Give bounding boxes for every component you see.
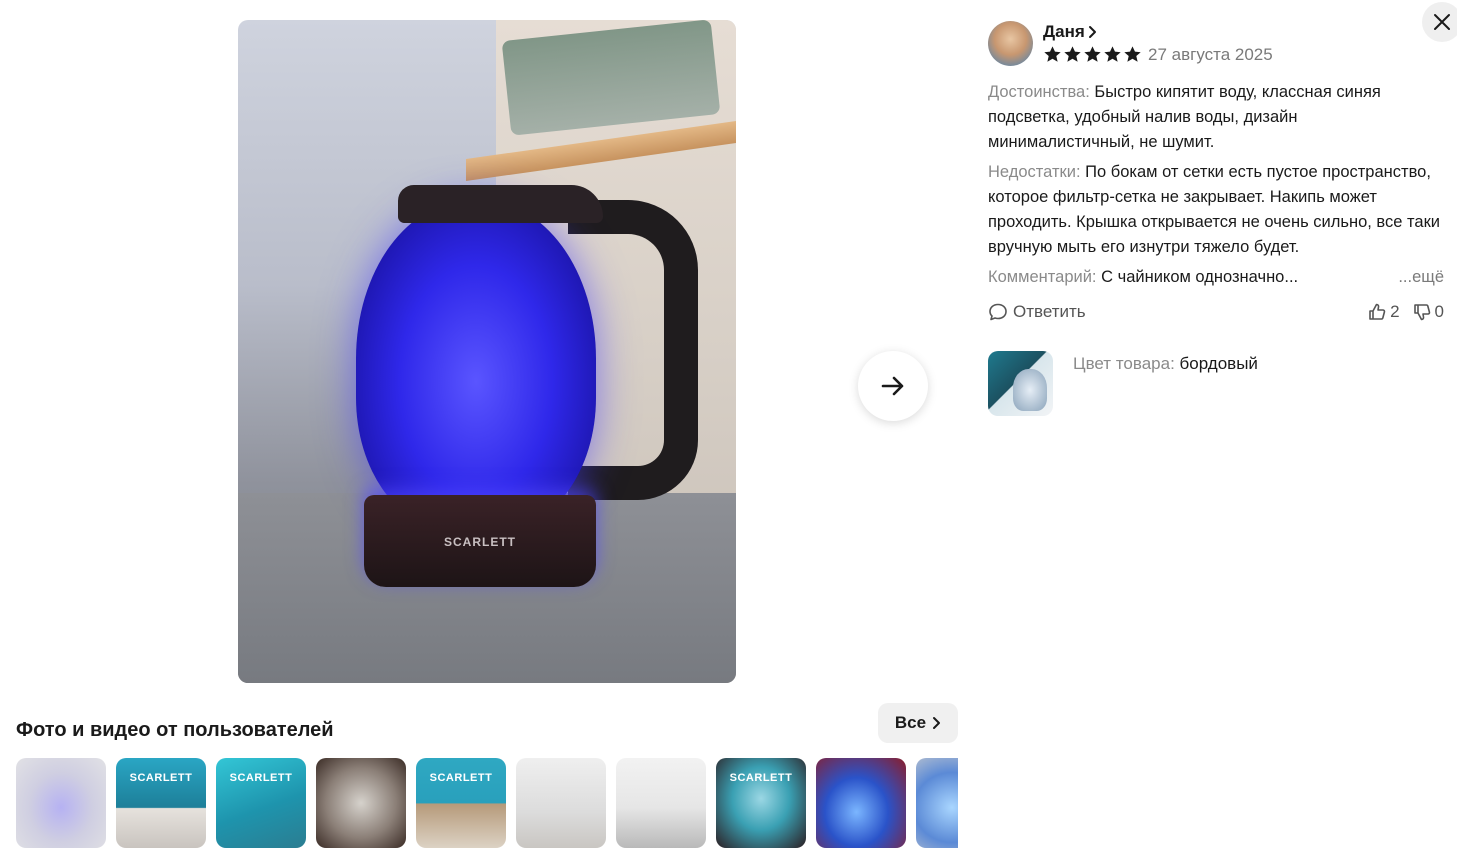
like-button[interactable]: 2	[1367, 302, 1400, 322]
author-name: Даня	[1043, 21, 1085, 41]
review-date: 27 августа 2025	[1148, 44, 1273, 64]
all-photos-label: Все	[894, 713, 927, 732]
thumbnail-label: SCARLETT	[129, 772, 193, 784]
thumbs-up-icon	[1369, 303, 1386, 320]
product-color-value: бордовый	[1179, 354, 1258, 373]
dislike-count: 0	[1434, 302, 1444, 321]
user-photo-thumbnail[interactable]	[616, 758, 706, 848]
author-name-link[interactable]: Даня	[1043, 22, 1273, 42]
user-photo-thumbnail[interactable]: SCARLETT	[416, 758, 506, 848]
reply-label: Ответить	[1013, 302, 1086, 321]
kettle-body	[356, 200, 596, 530]
review-actions: Ответить 2 0	[988, 300, 1444, 324]
star-icon	[1084, 46, 1101, 62]
review-comment: Комментарий: С чайником однозначно... ..…	[988, 265, 1444, 290]
thumbnail-label: SCARLETT	[429, 772, 493, 784]
cons-label: Недостатки:	[988, 163, 1081, 181]
product-color-label: Цвет товара:	[1073, 354, 1175, 373]
rating-stars	[1043, 45, 1142, 64]
user-photo-strip: SCARLETT SCARLETT SCARLETT SCARLETT	[16, 758, 958, 848]
review-cons: Недостатки: По бокам от сетки есть пусто…	[988, 160, 1448, 260]
user-photo-thumbnail[interactable]: SCARLETT	[116, 758, 206, 848]
chevron-right-icon	[1088, 25, 1096, 38]
star-icon	[1064, 46, 1081, 62]
star-icon	[1104, 46, 1121, 62]
review-votes: 2 0	[1367, 302, 1444, 322]
read-more-link[interactable]: ...ещё	[1398, 265, 1444, 290]
dislike-button[interactable]: 0	[1412, 302, 1444, 322]
review-main-photo[interactable]: SCARLETT	[238, 20, 736, 683]
product-info: Цвет товара: бордовый	[988, 351, 1448, 416]
kettle-base: SCARLETT	[364, 495, 596, 587]
user-photo-thumbnail[interactable]: SCARLETT	[716, 758, 806, 848]
chevron-right-icon	[933, 717, 941, 729]
all-photos-button[interactable]: Все	[878, 703, 958, 743]
user-photo-thumbnail[interactable]	[16, 758, 106, 848]
speech-bubble-icon	[989, 303, 1007, 321]
comment-label: Комментарий:	[988, 268, 1097, 286]
user-photo-thumbnail[interactable]	[816, 758, 906, 848]
review-author-row: Даня 27 августа 2025	[988, 18, 1448, 68]
kettle-brand-label: SCARLETT	[444, 535, 516, 549]
pros-label: Достоинства:	[988, 83, 1090, 101]
review-panel: Даня 27 августа 2025 Достоинства: Быстро	[988, 18, 1448, 416]
review-body: Достоинства: Быстро кипятит воду, классн…	[988, 80, 1448, 290]
star-icon	[1124, 46, 1141, 62]
comment-text: С чайником однозначно...	[1101, 268, 1299, 286]
product-thumbnail[interactable]	[988, 351, 1053, 416]
thumbnail-label: SCARLETT	[729, 772, 793, 784]
gallery-title: Фото и видео от пользователей	[16, 719, 334, 741]
product-thumbnail-kettle	[1013, 369, 1047, 411]
user-photo-thumbnail[interactable]	[316, 758, 406, 848]
product-color: Цвет товара: бордовый	[1073, 354, 1258, 416]
kettle-lid	[398, 185, 603, 223]
user-photo-thumbnail[interactable]	[916, 758, 958, 848]
rating-row: 27 августа 2025	[1043, 45, 1273, 65]
author-info: Даня 27 августа 2025	[1043, 22, 1273, 65]
reply-button[interactable]: Ответить	[988, 302, 1086, 322]
arrow-right-icon	[881, 376, 904, 396]
like-count: 2	[1390, 302, 1400, 321]
avatar[interactable]	[988, 20, 1033, 66]
user-photo-thumbnail[interactable]	[516, 758, 606, 848]
user-photo-thumbnail[interactable]: SCARLETT	[216, 758, 306, 848]
star-icon	[1044, 46, 1061, 62]
thumbs-down-icon	[1413, 304, 1430, 321]
thumbnail-label: SCARLETT	[229, 772, 293, 784]
review-pros: Достоинства: Быстро кипятит воду, классн…	[988, 80, 1448, 155]
next-photo-button[interactable]	[858, 351, 928, 421]
